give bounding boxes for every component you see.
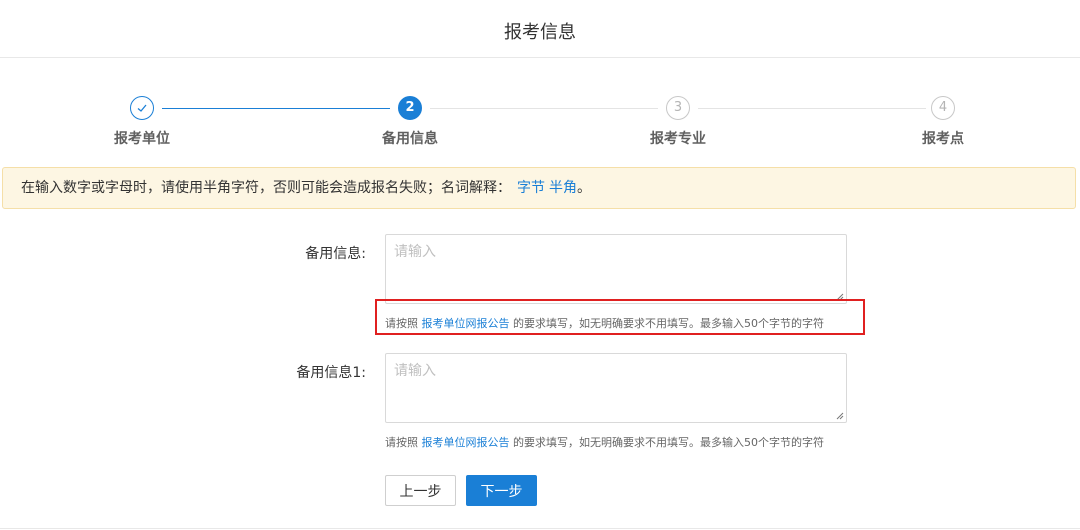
alert-text: 在输入数字或字母时，请使用半角字符，否则可能会造成报名失败；名词解释： bbox=[21, 180, 511, 196]
hint-suffix: 的要求填写，如无明确要求不用填写。最多输入50个字节的字符 bbox=[509, 436, 824, 449]
step-connector-3 bbox=[698, 108, 926, 109]
step-3-number: 3 bbox=[666, 96, 690, 120]
page-header: 报考信息 bbox=[0, 0, 1080, 58]
highlight-annotation bbox=[375, 299, 865, 335]
step-connector-2 bbox=[430, 108, 658, 109]
step-4-label: 报考点 bbox=[922, 131, 964, 147]
alert-suffix: 。 bbox=[577, 180, 591, 196]
step-1-label: 报考单位 bbox=[114, 131, 170, 147]
field-label: 备用信息: bbox=[305, 246, 366, 262]
step-2-number: 2 bbox=[398, 96, 422, 120]
step-3: 3 报考专业 bbox=[628, 96, 728, 148]
step-3-label: 报考专业 bbox=[650, 131, 706, 147]
backup-info-textarea[interactable]: 请输入 bbox=[385, 234, 847, 304]
next-step-button[interactable]: 下一步 bbox=[466, 475, 537, 506]
bottom-divider bbox=[0, 528, 1080, 529]
resize-handle-icon[interactable] bbox=[836, 412, 844, 420]
step-4-number: 4 bbox=[931, 96, 955, 120]
step-2-label: 备用信息 bbox=[382, 131, 438, 147]
link-byte[interactable]: 字节 bbox=[517, 180, 545, 196]
announcement-link[interactable]: 报考单位网报公告 bbox=[422, 436, 510, 449]
field-hint: 请按照 报考单位网报公告 的要求填写，如无明确要求不用填写。最多输入50个字节的… bbox=[385, 434, 824, 450]
step-4: 4 报考点 bbox=[893, 96, 993, 148]
step-progress: 报考单位 2 备用信息 3 报考专业 4 报考点 bbox=[0, 96, 1080, 156]
field-label: 备用信息1: bbox=[296, 365, 366, 381]
check-icon bbox=[130, 96, 154, 120]
backup-info-1-textarea[interactable]: 请输入 bbox=[385, 353, 847, 423]
placeholder-text: 请输入 bbox=[394, 363, 436, 379]
prev-step-button[interactable]: 上一步 bbox=[385, 475, 456, 506]
link-half-width[interactable]: 半角 bbox=[549, 180, 577, 196]
placeholder-text: 请输入 bbox=[394, 244, 436, 260]
hint-prefix: 请按照 bbox=[385, 436, 422, 449]
step-connector-1 bbox=[162, 108, 390, 109]
step-1: 报考单位 bbox=[92, 96, 192, 148]
notice-alert: 在输入数字或字母时，请使用半角字符，否则可能会造成报名失败；名词解释： 字节 半角。 bbox=[2, 167, 1076, 209]
page-title: 报考信息 bbox=[504, 22, 576, 43]
step-2: 2 备用信息 bbox=[360, 96, 460, 148]
